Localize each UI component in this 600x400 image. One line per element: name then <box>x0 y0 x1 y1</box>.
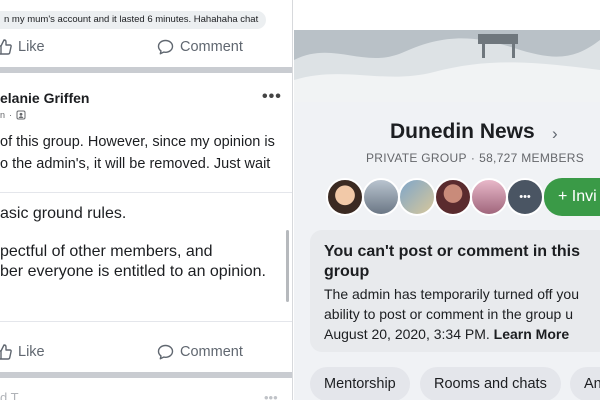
member-avatar[interactable] <box>398 178 436 216</box>
post-actions-top: Like Comment <box>0 30 292 64</box>
content-scrollbar[interactable] <box>286 230 289 302</box>
notice-body-line: The admin has temporarily turned off you <box>324 286 579 302</box>
chip-rooms-and-chats[interactable]: Rooms and chats <box>420 367 561 400</box>
post-separator <box>0 372 292 378</box>
like-label: Like <box>18 344 45 360</box>
like-icon <box>0 344 12 360</box>
post-author[interactable]: elanie Griffen <box>0 90 89 106</box>
post-text-line: o the admin's, it will be removed. Just … <box>0 156 271 172</box>
chip-partial[interactable]: An <box>570 367 600 400</box>
like-button[interactable]: Like <box>0 335 45 369</box>
member-avatar[interactable] <box>470 178 508 216</box>
comment-button[interactable]: Comment <box>157 30 243 64</box>
chevron-right-icon[interactable]: › <box>552 124 558 144</box>
group-member-count: 58,727 MEMBERS <box>479 151 585 165</box>
group-subtitle: PRIVATE GROUP · 58,727 MEMBERS <box>366 151 584 165</box>
comment-label: Comment <box>180 39 243 55</box>
group-name[interactable]: Dunedin News <box>390 120 535 144</box>
like-icon <box>0 39 12 55</box>
notice-title-line: You can't post or comment in this <box>324 243 580 260</box>
comment-icon <box>157 344 174 360</box>
subtitle-dot: · <box>470 151 476 165</box>
notice-body-line: ability to post or comment in the group … <box>324 306 574 322</box>
group-pane: Dunedin News › PRIVATE GROUP · 58,727 MEMB… <box>294 30 600 400</box>
next-post-author: d T <box>0 390 19 400</box>
like-label: Like <box>18 39 45 55</box>
notice-body-line: August 20, 2020, 3:34 PM. <box>324 326 490 342</box>
notice-body: The admin has temporarily turned off you… <box>324 284 579 344</box>
member-avatar[interactable] <box>362 178 400 216</box>
rules-line: ber everyone is entitled to an opinion. <box>0 263 266 280</box>
group-cover-photo[interactable] <box>294 30 600 102</box>
post-separator <box>0 67 292 73</box>
rules-line: asic ground rules. <box>0 205 127 222</box>
next-post-more-button[interactable]: ••• <box>264 390 278 400</box>
learn-more-link[interactable]: Learn More <box>494 326 569 342</box>
comment-label: Comment <box>180 344 243 360</box>
feed-pane: Like Comment elanie Griffen ••• n · of t… <box>0 30 292 400</box>
meta-dot: · <box>9 110 13 120</box>
post-actions-bottom: Like Comment <box>0 335 292 369</box>
member-avatar[interactable] <box>326 178 364 216</box>
comment-icon <box>157 39 174 55</box>
notice-title-line: group <box>324 263 370 280</box>
invite-button[interactable]: + Invi <box>544 178 600 216</box>
notice-title: You can't post or comment in this group <box>324 242 580 282</box>
group-privacy: PRIVATE GROUP <box>366 151 467 165</box>
cover-waves-image <box>294 30 600 102</box>
post-meta: n · <box>0 110 26 120</box>
member-avatar[interactable] <box>434 178 472 216</box>
pane-divider <box>292 0 293 400</box>
like-button[interactable]: Like <box>0 30 45 64</box>
chat-caption: n my mum's account and it lasted 6 minut… <box>0 11 267 29</box>
comment-button[interactable]: Comment <box>157 335 243 369</box>
post-text-line: of this group. However, since my opinion… <box>0 134 275 150</box>
group-members-icon <box>16 110 26 120</box>
post-more-button[interactable]: ••• <box>262 88 282 106</box>
post-rules-block: asic ground rules. pectful of other memb… <box>0 192 292 322</box>
chip-mentorship[interactable]: Mentorship <box>310 367 410 400</box>
rules-line: pectful of other members, and <box>0 243 213 260</box>
post-time: n <box>0 110 6 120</box>
posting-disabled-notice: You can't post or comment in this group … <box>310 230 600 352</box>
more-members-avatar[interactable]: ••• <box>506 178 544 216</box>
